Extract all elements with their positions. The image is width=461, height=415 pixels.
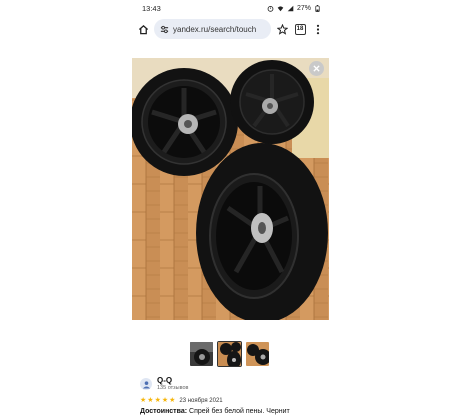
review-photo[interactable] [132,58,329,320]
thumbnail-3[interactable] [245,341,270,367]
status-time: 13:43 [142,3,161,13]
site-settings-icon[interactable] [160,25,169,34]
thumbnail-2[interactable] [217,341,242,367]
phone-screen: 13:43 27% yandex.ru/search/touch 18 Q-Q … [132,0,329,415]
review-date: 23 ноября 2021 [179,397,223,404]
avatar[interactable] [140,378,152,390]
url-text: yandex.ru/search/touch [173,24,257,34]
status-icons: 27% [267,4,321,12]
battery-level: 27% [296,4,311,12]
review-author[interactable]: Q-Q [157,376,188,385]
review-text-body: Спрей без белой пены. Чернит [187,408,290,415]
star-outline-icon [276,23,288,35]
alarm-icon [267,5,274,12]
home-button[interactable] [136,22,150,36]
star-icon: ★ [154,397,161,404]
more-vert-icon [316,24,320,34]
star-icon: ★ [140,397,147,404]
home-icon [138,24,148,34]
bookmark-button[interactable] [275,22,289,36]
rating-row: ★ ★ ★ ★ ★ 23 ноября 2021 [140,397,325,404]
tire-front [196,143,328,320]
star-rating: ★ ★ ★ ★ ★ [140,397,175,404]
star-icon: ★ [147,397,154,404]
close-icon [313,65,320,72]
status-bar: 13:43 27% [132,0,329,16]
close-button[interactable] [309,61,324,76]
menu-button[interactable] [311,22,325,36]
star-icon: ★ [169,397,176,404]
review-text-label: Достоинства: [140,408,188,415]
tires-photo [132,58,329,320]
battery-icon [315,4,320,12]
thumbnail-strip [189,341,270,367]
wifi-icon [277,5,284,11]
review-card: Q-Q 135 отзывов ★ ★ ★ ★ ★ 23 ноября 2021… [140,376,325,415]
signal-icon [287,5,294,11]
tab-count: 18 [294,23,306,35]
review-header: Q-Q 135 отзывов [140,376,325,392]
tabs-button[interactable]: 18 [293,22,307,36]
review-text: Достоинства: Спрей без белой пены. Черни… [140,408,325,415]
tire-right [230,60,314,144]
browser-toolbar: yandex.ru/search/touch 18 [132,17,329,41]
review-count: 135 отзывов [157,385,189,391]
page-content: Q-Q 135 отзывов ★ ★ ★ ★ ★ 23 ноября 2021… [132,42,329,415]
tire-left [132,68,238,176]
star-icon: ★ [161,397,169,404]
address-bar[interactable]: yandex.ru/search/touch [154,19,271,39]
thumbnail-1[interactable] [189,341,214,367]
user-icon [142,380,150,389]
